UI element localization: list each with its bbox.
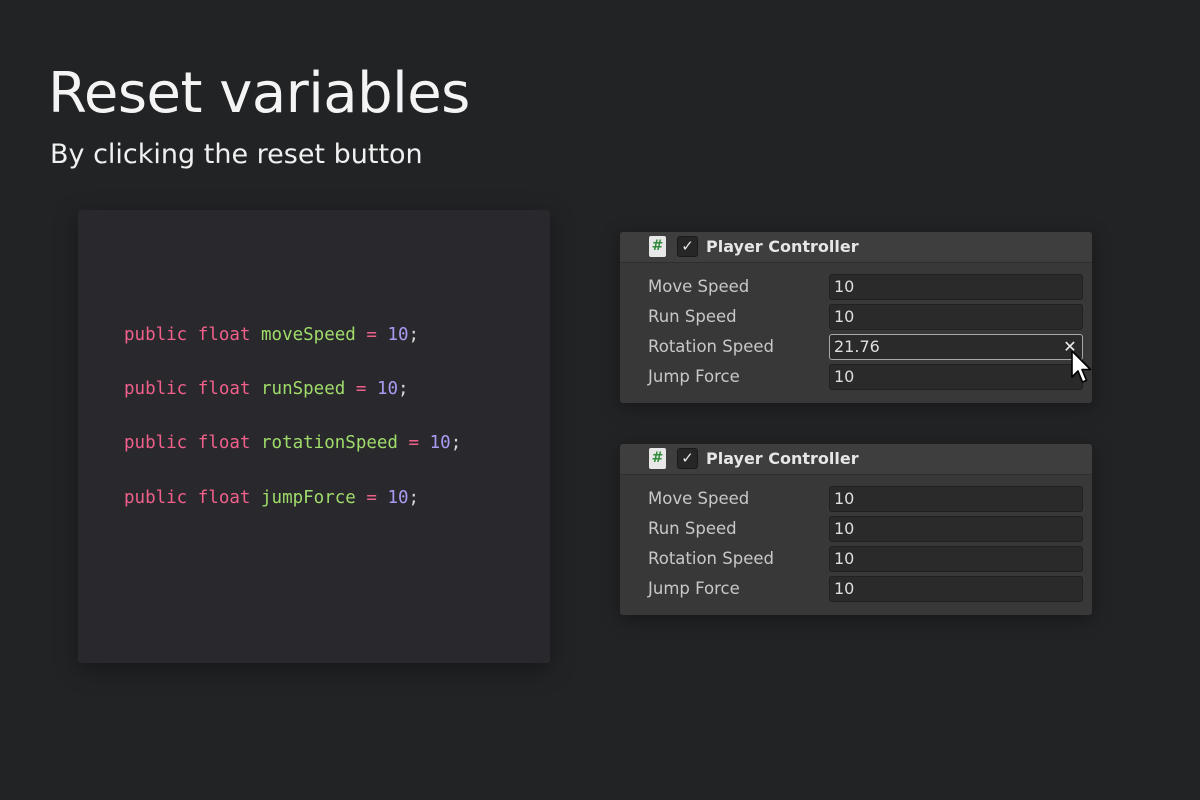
component-title: Player Controller — [706, 449, 859, 468]
field-row-move-speed: Move Speed 10 — [620, 484, 1092, 514]
component-enabled-checkbox[interactable]: ✓ — [677, 236, 698, 257]
rotation-speed-field[interactable]: 21.76 ✕ — [829, 334, 1083, 360]
page-title: Reset variables — [48, 61, 470, 126]
field-label: Rotation Speed — [648, 337, 774, 356]
field-label: Move Speed — [648, 489, 750, 508]
code-line-move-speed: public float moveSpeed = 10; — [124, 325, 420, 345]
field-row-jump-force: Jump Force 10 — [620, 574, 1092, 604]
component-header[interactable]: # ✓ Player Controller — [620, 232, 1092, 263]
component-header[interactable]: # ✓ Player Controller — [620, 444, 1092, 475]
field-row-rotation-speed: Rotation Speed 21.76 ✕ — [620, 332, 1092, 362]
inspector-player-controller-after: # ✓ Player Controller Move Speed 10 Run … — [620, 444, 1092, 615]
jump-force-field[interactable]: 10 — [829, 576, 1083, 602]
field-row-run-speed: Run Speed 10 — [620, 514, 1092, 544]
move-speed-field[interactable]: 10 — [829, 274, 1083, 300]
inspector-player-controller-before: # ✓ Player Controller Move Speed 10 Run … — [620, 232, 1092, 403]
field-row-jump-force: Jump Force 10 — [620, 362, 1092, 392]
field-row-move-speed: Move Speed 10 — [620, 272, 1092, 302]
field-label: Jump Force — [648, 367, 740, 386]
run-speed-field[interactable]: 10 — [829, 516, 1083, 542]
csharp-script-icon: # — [649, 448, 666, 469]
code-snippet-panel: public float moveSpeed = 10; public floa… — [78, 210, 550, 663]
move-speed-field[interactable]: 10 — [829, 486, 1083, 512]
code-line-run-speed: public float runSpeed = 10; — [124, 379, 409, 399]
code-line-rotation-speed: public float rotationSpeed = 10; — [124, 433, 462, 453]
mouse-pointer-icon — [1071, 350, 1092, 383]
page-subtitle: By clicking the reset button — [50, 139, 423, 170]
field-label: Rotation Speed — [648, 549, 774, 568]
field-label: Move Speed — [648, 277, 750, 296]
component-title: Player Controller — [706, 237, 859, 256]
csharp-script-icon: # — [649, 236, 666, 257]
field-label: Run Speed — [648, 307, 737, 326]
jump-force-field[interactable]: 10 — [829, 364, 1083, 390]
run-speed-field[interactable]: 10 — [829, 304, 1083, 330]
field-value: 21.76 — [834, 337, 880, 356]
field-label: Run Speed — [648, 519, 737, 538]
field-row-run-speed: Run Speed 10 — [620, 302, 1092, 332]
field-label: Jump Force — [648, 579, 740, 598]
code-line-jump-force: public float jumpForce = 10; — [124, 488, 420, 508]
component-enabled-checkbox[interactable]: ✓ — [677, 448, 698, 469]
field-row-rotation-speed: Rotation Speed 10 — [620, 544, 1092, 574]
rotation-speed-field[interactable]: 10 — [829, 546, 1083, 572]
